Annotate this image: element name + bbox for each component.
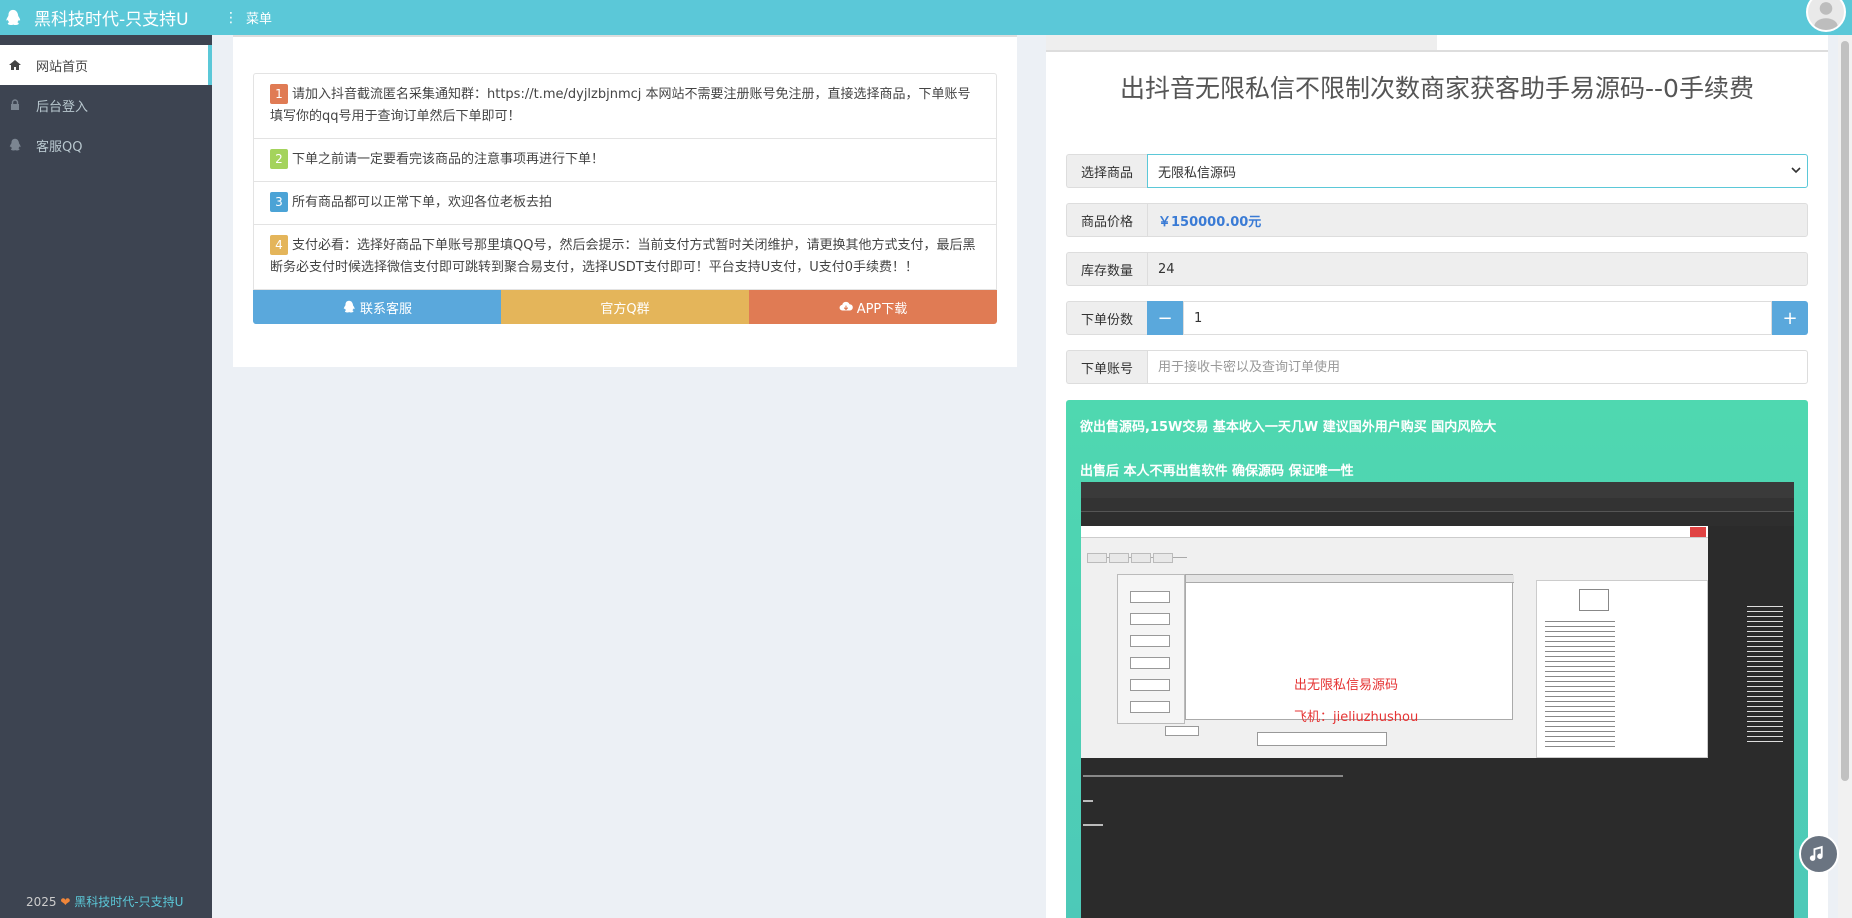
sidebar-item-admin-login[interactable]: 后台登入 — [0, 85, 212, 125]
official-qq-group-button[interactable]: 官方Q群 — [501, 290, 749, 324]
text-input — [1257, 732, 1387, 746]
menu-label: 菜单 — [246, 12, 273, 27]
top-navbar: 黑科技时代-只支持U ⋮ 菜单 — [0, 0, 1852, 35]
field-label: 选择商品 — [1066, 154, 1147, 188]
product-select-row: 选择商品 无限私信源码 — [1066, 154, 1808, 188]
console-area — [1081, 758, 1794, 918]
sidebar: 网站首页 后台登入 客服QQ 2025 ❤ 黑科技时代-只支持U — [0, 35, 212, 918]
toolbar — [1081, 482, 1794, 498]
product-panel: 出抖音无限私信不限制次数商家获客助手易源码--0手续费 选择商品 无限私信源码 … — [1046, 35, 1828, 918]
selected-product: 无限私信源码 — [1158, 165, 1237, 181]
list-item: 2 下单之前请一定要看完该商品的注意事项再进行下单！ — [253, 138, 997, 181]
tab-inactive[interactable] — [1046, 35, 1437, 50]
close-icon — [1690, 527, 1706, 537]
notice-number-badge: 2 — [270, 149, 288, 169]
notice-panel: 1 请加入抖音截流匿名采集通知群：https://t.me/dyjlzbjnmcj… — [233, 35, 1017, 367]
account-input[interactable] — [1158, 359, 1807, 375]
footer-year: 2025 — [26, 895, 57, 909]
product-title: 出抖音无限私信不限制次数商家获客助手易源码--0手续费 — [1120, 74, 1754, 103]
app-download-label: APP下载 — [856, 301, 908, 317]
quantity-decrement-button[interactable]: − — [1147, 301, 1183, 335]
app-download-button[interactable]: APP下载 — [749, 290, 997, 324]
sidebar-item-support-qq[interactable]: 客服QQ — [0, 125, 212, 165]
software-screenshot: 出无限私信易源码 飞机：jieliuzhushou — [1081, 482, 1794, 918]
description-line: 欲出售源码,15W交易 基本收入一天几W 建议国外用户购买 国内风险大 — [1080, 420, 1497, 435]
cloud-download-icon — [839, 301, 853, 311]
brand-title: 黑科技时代-只支持U — [34, 10, 189, 30]
notice-text: 支付必看：选择好商品下单账号那里填QQ号，然后会提示：当前支付方式暂时关闭维护，… — [270, 238, 976, 275]
sidebar-item-home[interactable]: 网站首页 — [0, 45, 212, 85]
field-label: 库存数量 — [1066, 252, 1147, 286]
vertical-dots-icon: ⋮ — [224, 9, 238, 26]
sidebar-footer: 2025 ❤ 黑科技时代-只支持U — [26, 893, 183, 910]
window-titlebar — [1081, 526, 1708, 538]
side-text-panel — [1536, 580, 1708, 758]
action-button-row: 联系客服 官方Q群 APP下载 — [253, 290, 997, 324]
lock-icon — [8, 98, 22, 112]
screenshot-contact: 飞机：jieliuzhushou — [1294, 710, 1419, 725]
toolbar — [1081, 512, 1794, 526]
chevron-down-icon — [1791, 164, 1801, 179]
price-value: ￥150000.00元 — [1147, 203, 1808, 237]
notice-text: 请加入抖音截流匿名采集通知群：https://t.me/dyjlzbjnmcj … — [270, 87, 971, 124]
contact-support-label: 联系客服 — [359, 301, 412, 317]
app-window: 出无限私信易源码 飞机：jieliuzhushou — [1081, 526, 1708, 758]
small-input — [1165, 726, 1199, 736]
quantity-row: 下单份数 − 1 + — [1066, 301, 1808, 335]
user-avatar[interactable] — [1806, 0, 1846, 32]
official-qq-group-label: 官方Q群 — [600, 301, 650, 317]
data-grid — [1185, 574, 1514, 720]
qq-icon — [8, 138, 22, 152]
product-select[interactable]: 无限私信源码 — [1147, 154, 1808, 188]
account-field-wrap — [1147, 350, 1808, 384]
screenshot-caption: 出无限私信易源码 — [1294, 678, 1399, 693]
brand[interactable]: 黑科技时代-只支持U — [0, 5, 212, 30]
tab-bar — [1046, 35, 1828, 52]
stock-row: 库存数量 24 — [1066, 252, 1808, 286]
screenshot-right-strip — [1741, 526, 1794, 758]
notice-text: 所有商品都可以正常下单，欢迎各位老板去拍 — [292, 195, 553, 210]
product-price-row: 商品价格 ￥150000.00元 — [1066, 203, 1808, 237]
notice-list: 1 请加入抖音截流匿名采集通知群：https://t.me/dyjlzbjnmcj… — [253, 73, 997, 324]
notice-number-badge: 3 — [270, 192, 288, 212]
footer-brand-link[interactable]: 黑科技时代-只支持U — [74, 895, 183, 909]
toolbar — [1081, 498, 1794, 512]
field-label: 下单账号 — [1066, 350, 1147, 384]
sidebar-item-label: 客服QQ — [36, 139, 83, 155]
scrollbar-thumb[interactable] — [1841, 41, 1849, 781]
qq-icon — [343, 300, 355, 313]
contact-support-button[interactable]: 联系客服 — [253, 290, 501, 324]
sidebar-item-label: 网站首页 — [36, 59, 89, 75]
description-line: 出售后 本人不再出售软件 确保源码 保证唯一性 — [1080, 464, 1354, 479]
list-item: 4 支付必看：选择好商品下单账号那里填QQ号，然后会提示：当前支付方式暂时关闭维护… — [253, 224, 997, 290]
button-group — [1117, 574, 1185, 724]
quantity-input[interactable]: 1 — [1183, 301, 1772, 335]
list-item: 1 请加入抖音截流匿名采集通知群：https://t.me/dyjlzbjnmcj… — [253, 73, 997, 138]
notice-number-badge: 1 — [270, 84, 288, 104]
field-label: 商品价格 — [1066, 203, 1147, 237]
heart-icon: ❤ — [60, 895, 71, 909]
notice-text: 下单之前请一定要看完该商品的注意事项再进行下单！ — [292, 152, 605, 167]
qq-icon — [4, 9, 22, 27]
page-scrollbar[interactable] — [1838, 35, 1852, 918]
product-description: 欲出售源码,15W交易 基本收入一天几W 建议国外用户购买 国内风险大 出售后 … — [1066, 400, 1808, 918]
quantity-increment-button[interactable]: + — [1772, 301, 1808, 335]
home-icon — [8, 58, 22, 72]
window-tabs — [1087, 548, 1187, 563]
sidebar-item-label: 后台登入 — [36, 99, 89, 115]
list-item: 3 所有商品都可以正常下单，欢迎各位老板去拍 — [253, 181, 997, 224]
field-label: 下单份数 — [1066, 301, 1147, 335]
account-row: 下单账号 — [1066, 350, 1808, 384]
stock-value: 24 — [1147, 252, 1808, 286]
menu-toggle-button[interactable]: ⋮ 菜单 — [224, 8, 273, 28]
notice-number-badge: 4 — [270, 235, 288, 255]
music-player-icon[interactable] — [1799, 834, 1839, 874]
